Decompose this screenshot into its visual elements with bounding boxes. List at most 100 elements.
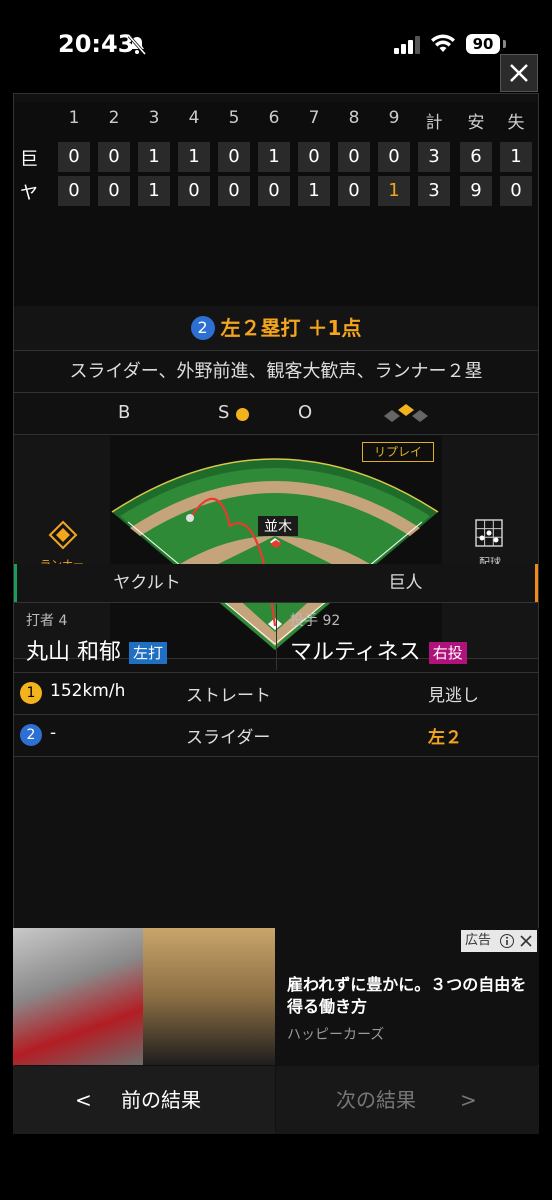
divider	[14, 714, 538, 715]
close-ad-icon[interactable]	[519, 934, 533, 948]
wifi-icon	[431, 34, 455, 52]
inning-header: 3	[148, 108, 160, 128]
close-button[interactable]	[500, 54, 538, 92]
status-time: 20:43	[58, 30, 135, 58]
pitch-row: 1 152km/h ストレート 見逃し	[14, 674, 538, 712]
pitch-number-badge: 2	[20, 724, 42, 746]
ad-source: ハッピーカーズ	[287, 1027, 385, 1043]
inning-header: 5	[228, 108, 240, 128]
score-cell: 1	[188, 146, 200, 167]
next-result-label: 次の結果	[336, 1088, 416, 1112]
inning-header: 失	[507, 113, 525, 133]
ad-title[interactable]: 雇われずに豊かに。３つの自由を得る働き方	[287, 974, 537, 1018]
battery-tip	[503, 40, 506, 48]
battery-icon: 90	[466, 34, 500, 54]
score-cell: 1	[510, 146, 522, 167]
signal-icon	[394, 36, 420, 54]
play-description: スライダー、外野前進、観客大歓声、ランナー２塁	[69, 361, 483, 382]
score-cell: 0	[348, 180, 360, 201]
score-cell: 0	[68, 180, 80, 201]
close-icon	[510, 64, 528, 82]
pitcher-number: 投手 92	[290, 613, 341, 629]
replay-button[interactable]: リプレイ	[362, 442, 434, 462]
ad-image-person	[143, 928, 275, 1065]
divider	[14, 434, 538, 435]
score-cell: 0	[108, 146, 120, 167]
pitch-type: スライダー	[186, 728, 271, 748]
divider	[14, 672, 538, 673]
batter-name: 丸山 和郁	[26, 640, 121, 665]
inning-header: 4	[188, 108, 200, 128]
team-abbrev: 巨	[20, 149, 38, 170]
score-cell: 0	[510, 180, 522, 201]
prev-result-label: 前の結果	[121, 1088, 201, 1112]
score-cell: 1	[268, 146, 280, 167]
tab-away-team[interactable]: 巨人	[276, 564, 538, 602]
score-cell: 1	[148, 180, 160, 201]
score-cell: 3	[428, 146, 440, 167]
pitcher-name: マルティネス	[290, 640, 421, 665]
tab-home-team[interactable]: ヤクルト	[14, 564, 277, 602]
inning-header: 1	[68, 108, 80, 128]
ad-image-cars	[13, 928, 143, 1065]
chevron-left-icon: <	[75, 1088, 92, 1112]
score-cell: 0	[388, 146, 400, 167]
pitch-speed: 152km/h	[50, 681, 126, 701]
ad-badge[interactable]: 広告	[461, 930, 537, 952]
divider	[14, 350, 538, 351]
inning-header: 計	[425, 113, 443, 133]
play-result-text: 左２塁打 ＋1点	[220, 316, 362, 340]
next-result-button[interactable]: 次の結果 >	[276, 1066, 539, 1134]
ball-label: B	[118, 402, 131, 423]
out-label: O	[298, 402, 313, 423]
pitcher-info: 投手 92 マルティネス 右投	[278, 604, 538, 670]
status-bar: 20:43 90	[0, 0, 552, 90]
inning-header: 7	[308, 108, 320, 128]
divider	[14, 602, 538, 603]
prev-result-button[interactable]: < 前の結果	[13, 1066, 275, 1134]
score-cell: 9	[470, 180, 482, 201]
chevron-right-icon: >	[460, 1088, 477, 1112]
inning-header: 安	[467, 113, 485, 133]
batter-hand-badge: 左打	[129, 642, 168, 664]
strike-dot	[236, 408, 249, 421]
score-cell: 0	[348, 146, 360, 167]
pitch-row: 2 - スライダー 左２	[14, 716, 538, 754]
pitcher-hand-badge: 右投	[428, 642, 467, 664]
info-icon	[500, 934, 514, 948]
scoreboard: 1 2 3 4 5 6 7 8 9 計 安 失巨 0 0 1 1 0 1 0 0 0 3 6 1 ヤ 0 0 1 0 0 0 1 0 1 3 9 0	[14, 102, 538, 306]
inning-header: 8	[348, 108, 360, 128]
batter-info: 打者 4 丸山 和郁 左打	[14, 604, 276, 670]
strike-label: S	[218, 402, 230, 423]
score-cell: 0	[68, 146, 80, 167]
pitch-type: ストレート	[186, 686, 271, 706]
score-cell: 0	[108, 180, 120, 201]
fielder-label: 並木	[264, 519, 292, 535]
score-cell: 0	[188, 180, 200, 201]
score-cell: 0	[268, 180, 280, 201]
score-cell: 6	[470, 146, 482, 167]
score-cell: 3	[428, 180, 440, 201]
ad-banner[interactable]: 広告 雇われずに豊かに。３つの自由を得る働き方 ハッピーカーズ	[13, 928, 539, 1065]
inning-header: 9	[388, 108, 400, 128]
runner-diamond-icon	[48, 520, 78, 550]
pitch-number-badge: 1	[20, 682, 42, 704]
inning-header: 6	[268, 108, 280, 128]
pitch-result: 左２	[428, 728, 462, 748]
divider	[14, 392, 538, 393]
score-cell: 1	[148, 146, 160, 167]
score-cell: 0	[228, 146, 240, 167]
bases-icon	[384, 404, 428, 422]
score-cell: 0	[228, 180, 240, 201]
inning-header: 2	[108, 108, 120, 128]
bell-muted-icon	[127, 35, 147, 55]
score-cell: 0	[308, 146, 320, 167]
divider	[276, 604, 277, 670]
play-number-badge: 2	[190, 316, 215, 340]
pitch-result: 見逃し	[428, 686, 479, 706]
pitch-grid-icon	[475, 519, 503, 547]
team-abbrev: ヤ	[20, 183, 38, 204]
pitch-speed: -	[50, 723, 57, 743]
count-indicator: B S O	[14, 394, 538, 432]
divider	[14, 756, 538, 757]
